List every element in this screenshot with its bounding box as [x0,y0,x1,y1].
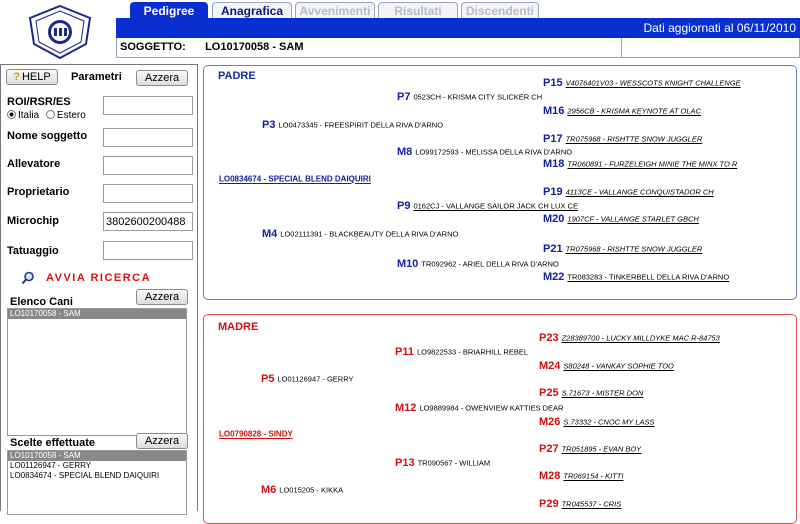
elenco-cani-label: Elenco Cani [10,296,73,308]
madre-root[interactable]: LO0790828 - SINDY [219,428,293,440]
scelte-effettuate-label: Scelte effettuate [10,437,95,449]
avvia-ricerca-link[interactable]: AVVIA RICERCA [46,272,151,284]
azzera-scelte-button[interactable]: Azzera [136,433,188,449]
roi-input[interactable] [103,96,193,115]
pedigree-node-p15[interactable]: P15 V4076401V03 - WESSCOTS KNIGHT CHALLEN… [543,77,741,89]
pedigree-node-m10[interactable]: M10 TR092962 - ARIEL DELLA RIVA D'ARNO [397,258,559,270]
azzera-elenco-button[interactable]: Azzera [136,289,188,305]
padre-root[interactable]: LO0834674 - SPECIAL BLEND DAIQUIRI [219,173,371,185]
pedigree-node-p27[interactable]: P27 TR051895 - EVAN BOY [539,443,641,455]
madre-title: MADRE [218,321,259,333]
pedigree-node-m12[interactable]: M12 LO9889984 - OWENVIEW KATTIES DEAR [395,402,563,414]
pedigree-node-m22[interactable]: M22 TR083283 - TINKERBELL DELLA RIVA D'AR… [543,271,729,283]
proprietario-label: Proprietario [7,186,70,198]
pedigree-node-p29[interactable]: P29 TR045537 - CRIS [539,498,621,510]
proprietario-input[interactable] [103,184,193,203]
tab-anagrafica[interactable]: Anagrafica [212,2,292,19]
help-button[interactable]: ? HELP [6,69,58,85]
pedigree-node-p13[interactable]: P13 TR090567 - WILLIAM [395,457,490,469]
pedigree-node-p21[interactable]: P21 TR075968 - RISHTTE SNOW JUGGLER [543,243,702,255]
microchip-label: Microchip [7,215,59,227]
pedigree-node-p23[interactable]: P23 Z28389700 - LUCKY MILLDYKE MAC R-8475… [539,332,720,344]
microchip-input[interactable] [103,212,193,231]
soggetto-box: SOGGETTO: LO10170058 - SAM [116,38,622,58]
pedigree-node-p7[interactable]: P7 0523CH - KRISMA CITY SLICKER CH [397,91,542,103]
header-bar: Dati aggiornati al 06/11/2010 [116,18,800,38]
tatuaggio-label: Tatuaggio [7,245,59,257]
search-panel: ? HELP Parametri Azzera ROI/RSR/ES Italia… [0,64,198,515]
nome-input[interactable] [103,128,193,147]
soggetto-value: LO10170058 - SAM [205,41,304,53]
soggetto-extra [622,38,800,58]
radio-italia[interactable] [7,110,16,119]
help-icon: ? [13,71,20,83]
nome-label: Nome soggetto [7,130,88,142]
padre-title: PADRE [218,70,256,82]
azzera-parametri-button[interactable]: Azzera [136,70,188,86]
pedigree-node-m16[interactable]: M16 2956CB - KRISMA KEYNOTE AT OLAC [543,105,701,117]
pedigree-node-p5[interactable]: P5 LO01126947 - GERRY [261,373,354,385]
enci-logo [26,4,94,60]
tab-discendenti[interactable]: Discendenti [461,2,539,19]
scelte-effettuate-list[interactable]: LO10170058 - SAM LO01126947 - GERRY LO08… [7,450,187,515]
elenco-cani-list[interactable]: LO10170058 - SAM [7,308,187,436]
pedigree-node-m18[interactable]: M18 TR060891 - FURZELEIGH MINIE THE MINX … [543,158,737,170]
pedigree-node-p17[interactable]: P17 TR075968 - RISHTTE SNOW JUGGLER [543,133,702,145]
allevatore-input[interactable] [103,156,193,175]
roi-label: ROI/RSR/ES [7,96,71,108]
tab-avvenimenti[interactable]: Avvenimenti [295,2,375,19]
origin-radio-group: Italia Estero [7,110,86,121]
tab-pedigree[interactable]: Pedigree [130,2,208,19]
pedigree-node-p11[interactable]: P11 LO9822533 - BRIARHILL REBEL [395,346,528,358]
tatuaggio-input[interactable] [103,241,193,260]
list-item[interactable]: LO10170058 - SAM [8,451,186,461]
soggetto-label: SOGGETTO: [120,41,186,53]
pedigree-node-m6[interactable]: M6 LO015205 - KIKKA [261,484,343,496]
data-update-note: Dati aggiornati al 06/11/2010 [643,21,796,35]
parametri-label: Parametri [71,71,122,83]
pedigree-node-p9[interactable]: P9 0162CJ - VALLANGE SAILOR JACK CH LUX C… [397,200,578,212]
padre-section: PADRE LO0834674 - SPECIAL BLEND DAIQUIRI… [203,65,797,300]
pedigree-node-m24[interactable]: M24 S80248 - VANKAY SOPHIE TOO [539,360,674,372]
pedigree-node-m28[interactable]: M28 TR069154 - KITTI [539,470,623,482]
list-item[interactable]: LO0834674 - SPECIAL BLEND DAIQUIRI [8,471,186,481]
search-icon[interactable] [21,271,35,285]
list-item[interactable]: LO10170058 - SAM [8,309,186,319]
madre-section: MADRE LO0790828 - SINDY P5 LO01126947 - G… [203,314,797,524]
pedigree-node-p19[interactable]: P19 4113CE - VALLANGE CONQUISTADOR CH [543,186,714,198]
pedigree-node-p25[interactable]: P25 S.71673 - MISTER DON [539,387,643,399]
pedigree-node-m8[interactable]: M8 LO99172593 - MELISSA DELLA RIVA D'ARNO [397,146,572,158]
allevatore-label: Allevatore [7,158,61,170]
radio-estero[interactable] [45,110,55,119]
pedigree-node-p3[interactable]: P3 LO0473345 - FREESPIRIT DELLA RIVA D'AR… [262,119,443,131]
list-item[interactable]: LO01126947 - GERRY [8,461,186,471]
tab-risultati[interactable]: Risultati [378,2,458,19]
pedigree-node-m20[interactable]: M20 1907CF - VALLANGE STARLET GBCH [543,213,699,225]
soggetto-row: SOGGETTO: LO10170058 - SAM [116,38,800,58]
pedigree-node-p4[interactable]: M4 LO02111391 - BLACKBEAUTY DELLA RIVA D'… [262,228,458,240]
pedigree-node-m26[interactable]: M26 S.73332 - CNOC MY LASS [539,416,655,428]
